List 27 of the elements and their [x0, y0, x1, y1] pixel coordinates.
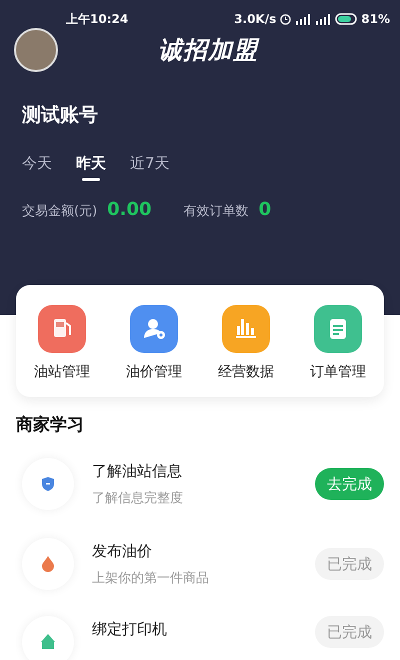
task-title: 发布油价: [92, 542, 153, 560]
shortcut-item[interactable]: 经营数据: [200, 305, 292, 381]
task-subtitle: 了解信息完整度: [92, 490, 184, 506]
account-name: 测试账号: [22, 103, 98, 128]
shortcut-item[interactable]: 油价管理: [108, 305, 200, 381]
task-title: 绑定打印机: [92, 620, 168, 639]
date-tab[interactable]: 昨天: [76, 154, 106, 181]
section-title: 商家学习: [16, 414, 84, 436]
stat-label: 交易金额(元): [22, 203, 98, 220]
stat-value: 0: [258, 199, 272, 220]
app-logo: 诚招加盟: [158, 35, 258, 66]
battery-icon: [335, 13, 358, 25]
signal-icon: [295, 14, 312, 24]
shortcut-item[interactable]: 订单管理: [292, 305, 384, 381]
task-subtitle: 上架你的第一件商品: [92, 570, 210, 586]
alarm-icon: [280, 14, 292, 24]
task-title: 了解油站信息: [92, 462, 183, 480]
status-time: 上午10:24: [66, 10, 130, 28]
date-tab[interactable]: 近7天: [130, 154, 170, 181]
signal-icon: [315, 14, 332, 24]
shortcut-item[interactable]: 油站管理: [16, 305, 108, 381]
stat-label: 有效订单数: [184, 203, 249, 220]
avatar-photo[interactable]: [14, 28, 58, 72]
battery-percent: 81%: [361, 12, 390, 26]
stat-value: 0.00: [107, 199, 152, 220]
network-speed: 3.0K/s: [234, 12, 276, 26]
date-tab[interactable]: 今天: [22, 154, 52, 181]
